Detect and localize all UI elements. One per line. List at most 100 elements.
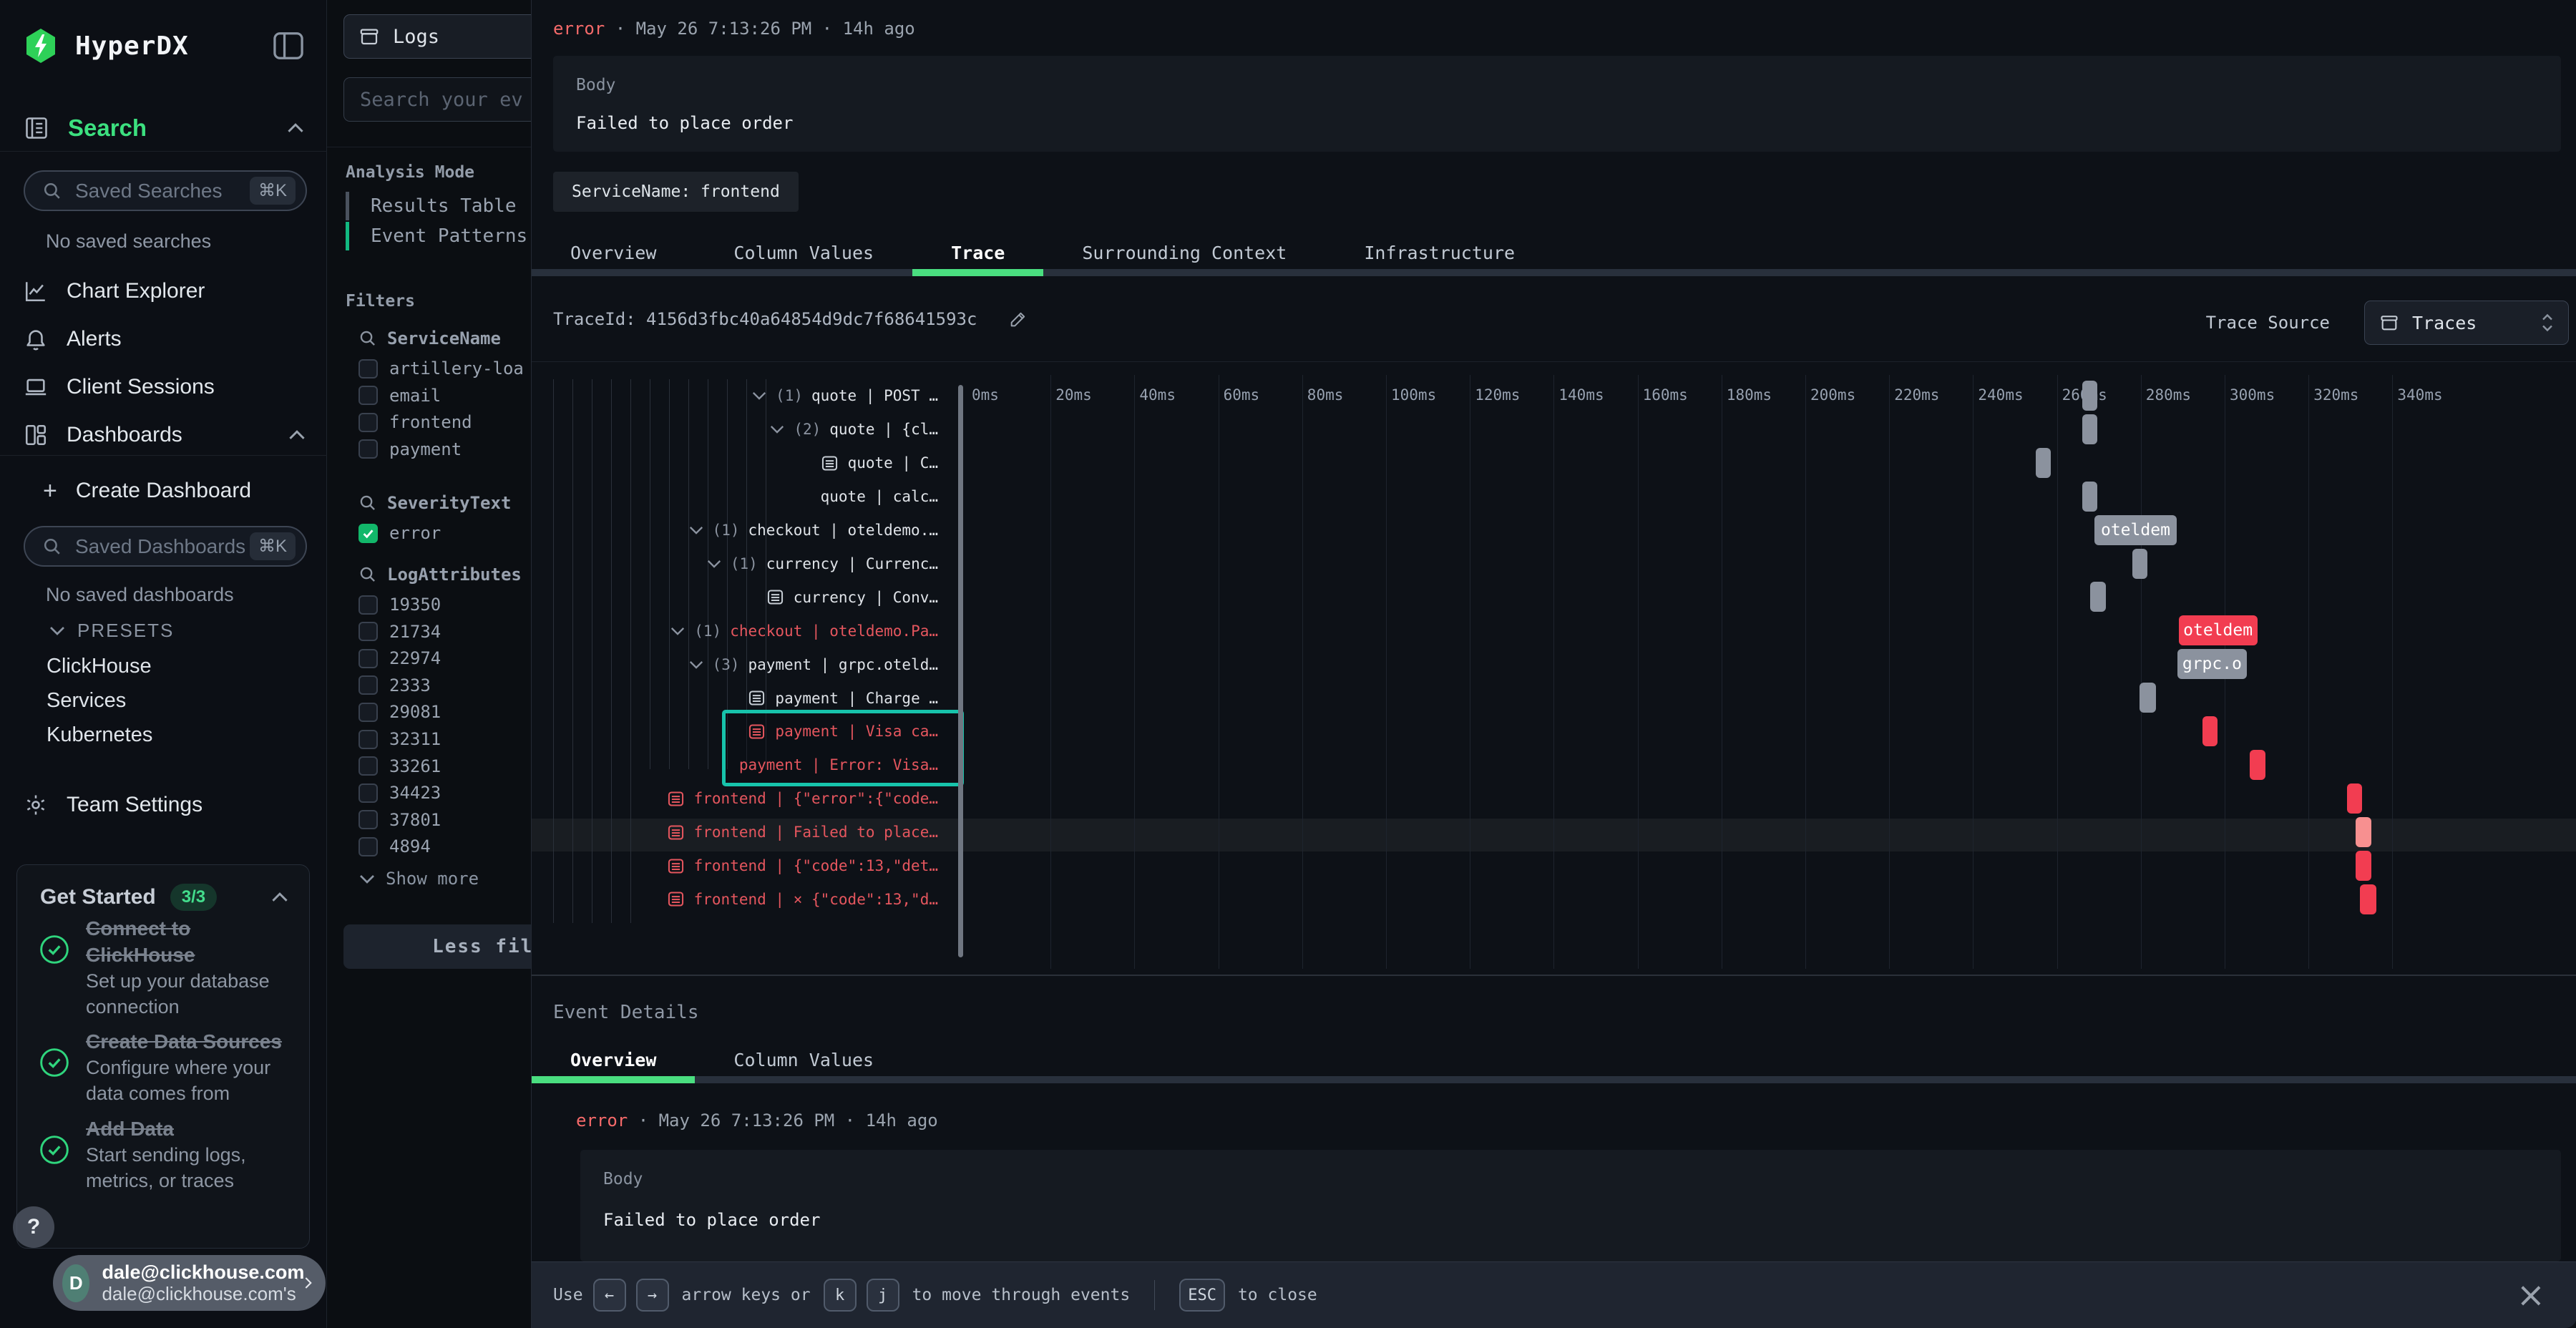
close-icon[interactable]: ×	[2517, 1275, 2545, 1315]
filter-option-22974[interactable]: 22974	[358, 645, 441, 671]
service-name-tag[interactable]: ServiceName: frontend	[553, 172, 799, 212]
span-duration-bar[interactable]	[2082, 482, 2097, 512]
checkbox[interactable]	[358, 622, 378, 641]
span-duration-bar[interactable]	[2140, 683, 2156, 713]
presets-header[interactable]: PRESETS	[49, 620, 174, 642]
checkbox-checked[interactable]	[358, 524, 378, 543]
checkbox[interactable]	[358, 439, 378, 459]
filter-option-32311[interactable]: 32311	[358, 726, 441, 752]
checkbox[interactable]	[358, 837, 378, 856]
analysis-mode-event-patterns[interactable]: Event Patterns	[346, 222, 527, 250]
trace-tree-row[interactable]: currency | Conv…	[537, 580, 960, 614]
trace-tree-row[interactable]: payment | Charge …	[537, 681, 960, 715]
tab-surrounding-context[interactable]: Surrounding Context	[1043, 236, 1325, 269]
trace-tree-row[interactable]: frontend | {"code":13,"det…	[537, 849, 960, 883]
checkbox[interactable]	[358, 595, 378, 615]
chevron-up-icon[interactable]	[270, 892, 289, 903]
checkbox[interactable]	[358, 413, 378, 432]
sidebar-item-dashboards[interactable]: Dashboards	[24, 419, 306, 451]
trace-tree-row[interactable]: (3)payment | grpc.oteld…	[537, 648, 960, 681]
span-duration-bar[interactable]	[2202, 716, 2218, 746]
sidebar-item-team-settings[interactable]: Team Settings	[24, 789, 306, 821]
span-duration-bar[interactable]: oteldem	[2179, 615, 2258, 645]
span-duration-bar[interactable]	[2250, 750, 2265, 780]
span-duration-bar[interactable]	[2036, 448, 2051, 478]
show-more-button[interactable]: Show more	[358, 866, 479, 892]
trace-tree-row[interactable]: (1)quote | POST …	[537, 379, 960, 413]
checkbox[interactable]	[358, 675, 378, 695]
filter-option-37801[interactable]: 37801	[358, 807, 441, 833]
filter-option-34423[interactable]: 34423	[358, 780, 441, 806]
edit-pencil-icon[interactable]	[1008, 309, 1028, 329]
checkbox[interactable]	[358, 730, 378, 749]
tab-column-values[interactable]: Column Values	[695, 236, 912, 269]
get-started-item[interactable]: Connect to ClickHouseSet up your databas…	[39, 915, 295, 1020]
sidebar-preset-clickhouse[interactable]: ClickHouse	[47, 655, 152, 678]
sidebar-preset-kubernetes[interactable]: Kubernetes	[47, 723, 152, 747]
trace-tree-row[interactable]: (1)checkout | oteldemo.Pa…	[537, 614, 960, 648]
trace-tree-row[interactable]: quote | C…	[537, 446, 960, 480]
span-duration-bar[interactable]	[2356, 817, 2371, 847]
trace-tree-row[interactable]: payment | Error: Visa…	[537, 748, 960, 782]
filter-option-21734[interactable]: 21734	[358, 619, 441, 645]
sidebar-item-alerts[interactable]: Alerts	[24, 323, 306, 355]
saved-dashboards-input[interactable]: Saved Dashboards ⌘K	[24, 526, 307, 567]
collapse-sidebar-icon[interactable]	[273, 31, 304, 60]
event-details-tab-column-values[interactable]: Column Values	[695, 1043, 912, 1076]
search-icon[interactable]	[358, 494, 377, 512]
search-icon[interactable]	[358, 565, 377, 584]
user-menu[interactable]: D dale@clickhouse.com dale@clickhouse.co…	[53, 1255, 326, 1311]
span-duration-bar[interactable]: grpc.o	[2177, 649, 2247, 679]
checkbox[interactable]	[358, 649, 378, 668]
filter-option-2333[interactable]: 2333	[358, 673, 431, 698]
span-duration-bar[interactable]	[2082, 414, 2097, 444]
span-duration-bar[interactable]	[2356, 851, 2371, 881]
checkbox[interactable]	[358, 359, 378, 379]
trace-tree-row[interactable]: (2)quote | {cl…	[537, 413, 960, 446]
checkbox[interactable]	[358, 810, 378, 829]
span-duration-bar[interactable]	[2132, 549, 2147, 579]
span-duration-bar[interactable]	[2360, 884, 2376, 914]
span-duration-bar[interactable]	[2347, 783, 2362, 814]
trace-tree-row[interactable]: (1)currency | Currenc…	[537, 547, 960, 581]
checkbox[interactable]	[358, 756, 378, 776]
get-started-item[interactable]: Create Data SourcesConfigure where your …	[39, 1028, 295, 1106]
sidebar-item-client-sessions[interactable]: Client Sessions	[24, 371, 306, 403]
trace-tree-row[interactable]: frontend | {"error":{"code…	[537, 782, 960, 816]
filter-option-error[interactable]: error	[358, 520, 441, 546]
source-select-button[interactable]: Logs	[343, 14, 531, 59]
trace-tree-row[interactable]: quote | calc…	[537, 480, 960, 514]
trace-tree-row[interactable]: frontend | × {"code":13,"d…	[537, 883, 960, 917]
create-dashboard-button[interactable]: + Create Dashboard	[43, 475, 306, 507]
analysis-mode-results-table[interactable]: Results Table	[346, 192, 517, 220]
filter-option-payment[interactable]: payment	[358, 436, 462, 462]
help-button[interactable]: ?	[13, 1206, 54, 1248]
checkbox[interactable]	[358, 386, 378, 405]
less-filters-button[interactable]: Less filters	[343, 924, 531, 969]
saved-searches-input[interactable]: Saved Searches ⌘K	[24, 170, 307, 211]
tab-trace[interactable]: Trace	[912, 236, 1043, 269]
filter-option-33261[interactable]: 33261	[358, 753, 441, 779]
search-icon[interactable]	[358, 329, 377, 348]
span-duration-bar[interactable]: oteldem	[2094, 515, 2176, 545]
checkbox[interactable]	[358, 703, 378, 722]
trace-tree-row[interactable]: frontend | Failed to place…	[537, 816, 960, 849]
trace-source-select[interactable]: Traces	[2364, 301, 2569, 345]
filter-option-email[interactable]: email	[358, 383, 441, 409]
filter-option-4894[interactable]: 4894	[358, 834, 431, 859]
tab-overview[interactable]: Overview	[532, 236, 695, 269]
sidebar-section-search[interactable]: Search	[24, 114, 305, 142]
filter-option-artillery-loa[interactable]: artillery-loa	[358, 356, 524, 381]
tab-infrastructure[interactable]: Infrastructure	[1325, 236, 1553, 269]
filter-option-19350[interactable]: 19350	[358, 592, 441, 617]
sidebar-item-chart-explorer[interactable]: Chart Explorer	[24, 275, 306, 307]
get-started-item[interactable]: Add DataStart sending logs, metrics, or …	[39, 1115, 295, 1193]
filter-option-frontend[interactable]: frontend	[358, 409, 472, 435]
trace-tree-row[interactable]: payment | Visa ca…	[537, 715, 960, 748]
span-duration-bar[interactable]	[2090, 582, 2105, 612]
filter-option-29081[interactable]: 29081	[358, 699, 441, 725]
checkbox[interactable]	[358, 783, 378, 803]
span-duration-bar[interactable]	[2082, 381, 2097, 411]
sidebar-preset-services[interactable]: Services	[47, 689, 126, 713]
event-details-tab-overview[interactable]: Overview	[532, 1043, 695, 1076]
